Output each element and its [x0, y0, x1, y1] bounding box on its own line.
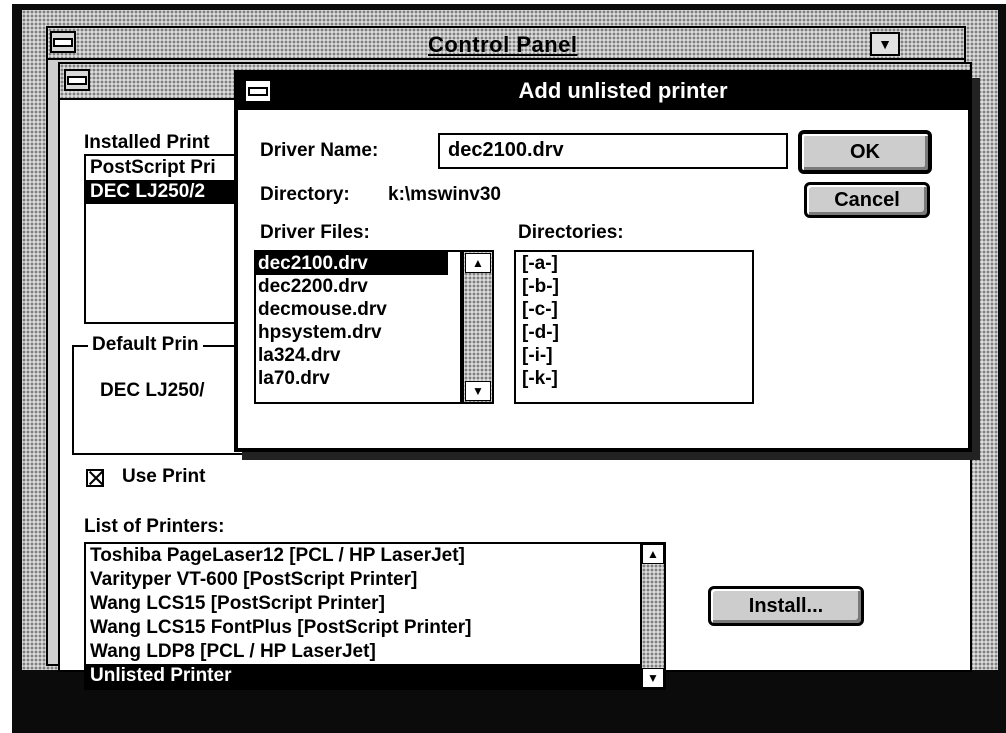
- printer-list-item[interactable]: Wang LDP8 [PCL / HP LaserJet]: [86, 640, 642, 664]
- driver-name-value: dec2100.drv: [448, 139, 564, 161]
- down-arrow-icon[interactable]: ▼: [642, 668, 664, 688]
- driver-file-item[interactable]: la324.drv: [256, 344, 460, 367]
- install-button-label: Install...: [748, 594, 824, 617]
- directory-item[interactable]: [-k-]: [516, 367, 752, 390]
- driver-file-item[interactable]: hpsystem.drv: [256, 321, 460, 344]
- minimize-icon[interactable]: ▼: [870, 32, 900, 56]
- up-arrow-icon[interactable]: ▲: [465, 253, 491, 273]
- list-of-printers[interactable]: Toshiba PageLaser12 [PCL / HP LaserJet] …: [84, 542, 644, 690]
- driver-file-item[interactable]: dec2200.drv: [256, 275, 460, 298]
- driver-files-label: Driver Files:: [260, 222, 370, 243]
- ok-button[interactable]: OK: [798, 130, 932, 174]
- add-unlisted-printer-dialog: Add unlisted printer Driver Name: dec210…: [234, 70, 972, 452]
- directory-item[interactable]: [-i-]: [516, 344, 752, 367]
- printer-list-item-selected[interactable]: Unlisted Printer: [86, 664, 642, 688]
- printer-list-item[interactable]: Wang LCS15 FontPlus [PostScript Printer]: [86, 616, 642, 640]
- cancel-button-label: Cancel: [834, 188, 900, 211]
- printers-system-menu-icon[interactable]: [64, 69, 90, 91]
- ok-button-label: OK: [850, 140, 880, 163]
- directory-value: k:\mswinv30: [388, 184, 501, 205]
- default-printer-value: DEC LJ250/: [100, 380, 205, 401]
- directory-item[interactable]: [-b-]: [516, 275, 752, 298]
- directory-label: Directory:: [260, 184, 350, 205]
- directory-item[interactable]: [-c-]: [516, 298, 752, 321]
- directories-list[interactable]: [-a-] [-b-] [-c-] [-d-] [-i-] [-k-]: [514, 250, 754, 404]
- directories-label: Directories:: [518, 222, 624, 243]
- driver-file-item[interactable]: decmouse.drv: [256, 298, 460, 321]
- printer-list-item[interactable]: Varityper VT-600 [PostScript Printer]: [86, 568, 642, 592]
- driver-files-scrollbar[interactable]: ▲ ▼: [462, 250, 494, 404]
- use-print-manager-label: Use Print: [122, 466, 206, 487]
- printers-scrollbar[interactable]: ▲ ▼: [640, 542, 666, 690]
- printer-list-item[interactable]: Toshiba PageLaser12 [PCL / HP LaserJet]: [86, 544, 642, 568]
- list-of-printers-label: List of Printers:: [84, 516, 225, 537]
- directory-item[interactable]: [-d-]: [516, 321, 752, 344]
- dialog-title: Add unlisted printer: [518, 78, 728, 103]
- install-button[interactable]: Install...: [708, 586, 864, 626]
- driver-file-item-selected[interactable]: dec2100.drv: [256, 252, 448, 275]
- installed-printers-label: Installed Print: [84, 132, 210, 153]
- driver-files-list[interactable]: dec2100.drv dec2200.drv decmouse.drv hps…: [254, 250, 462, 404]
- directory-item[interactable]: [-a-]: [516, 252, 752, 275]
- driver-file-item[interactable]: la70.drv: [256, 367, 460, 390]
- down-arrow-icon[interactable]: ▼: [465, 381, 491, 401]
- control-panel-title: Control Panel: [428, 32, 578, 57]
- dialog-titlebar[interactable]: Add unlisted printer: [238, 74, 968, 110]
- up-arrow-icon[interactable]: ▲: [642, 544, 664, 564]
- printer-list-item[interactable]: Wang LCS15 [PostScript Printer]: [86, 592, 642, 616]
- use-print-manager-checkbox[interactable]: [86, 469, 104, 487]
- default-printer-label: Default Prin: [88, 334, 203, 356]
- cancel-button[interactable]: Cancel: [804, 182, 930, 218]
- control-panel-system-menu-icon[interactable]: [50, 31, 76, 53]
- driver-name-field[interactable]: dec2100.drv: [438, 133, 788, 169]
- control-panel-titlebar[interactable]: Control Panel ▼: [48, 28, 964, 60]
- driver-name-label: Driver Name:: [260, 140, 379, 161]
